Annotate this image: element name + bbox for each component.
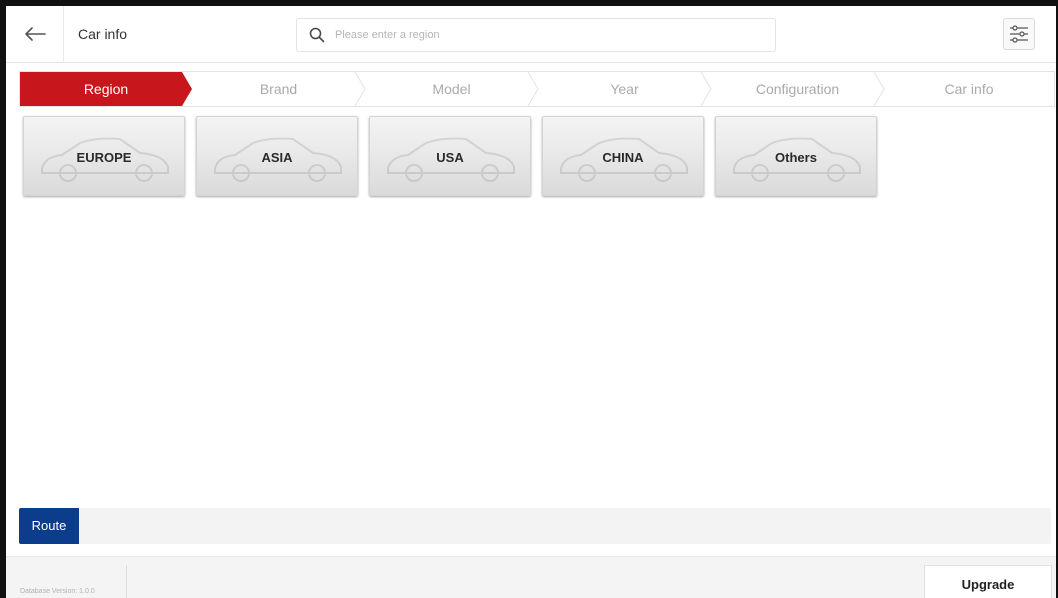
region-tile-europe[interactable]: EUROPE	[23, 116, 185, 196]
database-version: Database Version: 1.0.0	[20, 588, 95, 595]
header-bar: Car info	[6, 6, 1056, 63]
step-brand[interactable]: Brand	[192, 72, 365, 106]
region-tile-usa[interactable]: USA	[369, 116, 531, 196]
route-button[interactable]: Route	[19, 508, 79, 544]
step-year[interactable]: Year	[538, 72, 711, 106]
header-divider	[63, 6, 64, 62]
region-tile-others[interactable]: Others	[715, 116, 877, 196]
step-car-info[interactable]: Car info	[884, 72, 1054, 106]
step-bar: Region Brand Model Year Configuration Ca…	[19, 71, 1055, 107]
region-tile-china[interactable]: CHINA	[542, 116, 704, 196]
filter-button[interactable]	[1003, 18, 1035, 50]
region-tile-asia[interactable]: ASIA	[196, 116, 358, 196]
search-icon	[309, 27, 325, 43]
region-label: CHINA	[602, 150, 644, 165]
footer-bar: Database Version: 1.0.0 Upgrade	[6, 556, 1056, 598]
footer-divider	[126, 565, 127, 598]
back-button[interactable]	[20, 20, 50, 48]
arrow-left-icon	[25, 27, 46, 41]
region-label: ASIA	[261, 150, 293, 165]
step-region[interactable]: Region	[20, 72, 192, 106]
page-title: Car info	[78, 26, 128, 42]
step-configuration[interactable]: Configuration	[711, 72, 884, 106]
region-label: EUROPE	[76, 150, 132, 165]
search-box[interactable]	[296, 18, 776, 52]
upgrade-button[interactable]: Upgrade	[924, 565, 1052, 598]
search-input[interactable]	[333, 20, 757, 50]
region-label: USA	[436, 150, 464, 165]
route-bar: Route	[19, 508, 1051, 544]
step-model[interactable]: Model	[365, 72, 538, 106]
app-window: Car info Please enter a region Region Br…	[0, 0, 1058, 598]
sliders-icon	[1010, 25, 1028, 43]
region-label: Others	[775, 150, 817, 165]
